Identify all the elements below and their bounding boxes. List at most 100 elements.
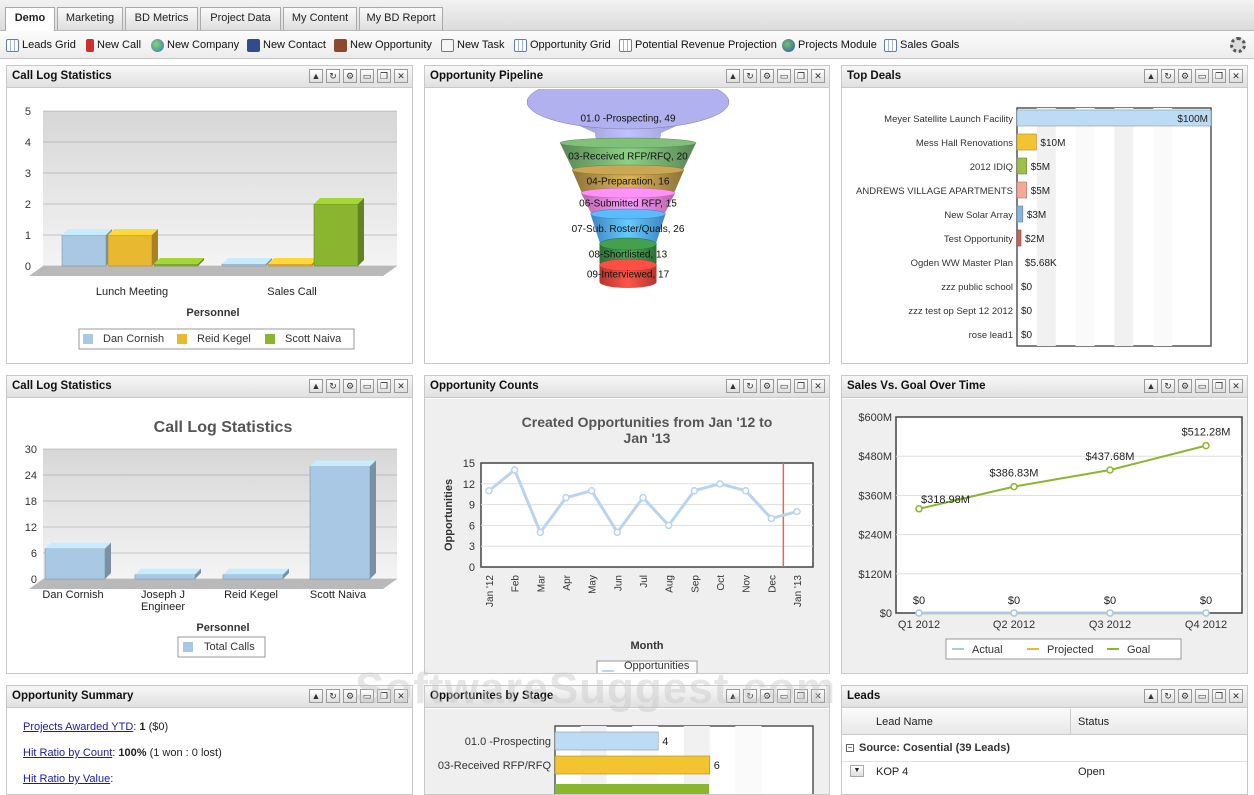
minimize-icon[interactable]: ▭: [360, 69, 374, 83]
x-tick-label: Oct: [716, 575, 727, 591]
settings-icon[interactable]: ⚙: [1178, 69, 1192, 83]
refresh-icon[interactable]: ↻: [743, 69, 757, 83]
refresh-icon[interactable]: ↻: [1161, 689, 1175, 703]
x-tick-label: Jan '13: [793, 575, 804, 607]
y-tick-label: 12: [463, 479, 475, 491]
collapse-icon[interactable]: ▲: [309, 689, 323, 703]
x-tick-label: Scott Naiva: [310, 589, 367, 601]
settings-icon[interactable]: ⚙: [343, 69, 357, 83]
close-icon[interactable]: ✕: [394, 689, 408, 703]
close-icon[interactable]: ✕: [811, 689, 825, 703]
panel-controls: ▲ ↻ ⚙ ▭ ❐ ✕: [726, 69, 825, 83]
restore-icon[interactable]: ❐: [377, 689, 391, 703]
close-icon[interactable]: ✕: [394, 379, 408, 393]
minimize-icon[interactable]: ▭: [360, 689, 374, 703]
summary-link[interactable]: Projects Awarded YTD: [23, 721, 133, 733]
tab-project-data[interactable]: Project Data: [200, 7, 281, 30]
settings-icon[interactable]: ⚙: [1178, 689, 1192, 703]
close-icon[interactable]: ✕: [811, 69, 825, 83]
toolbar-item-label: New Task: [457, 39, 505, 51]
collapse-icon[interactable]: ▲: [309, 379, 323, 393]
tab-my-content[interactable]: My Content: [283, 7, 357, 30]
settings-icon[interactable]: ⚙: [760, 379, 774, 393]
restore-icon[interactable]: ❐: [794, 69, 808, 83]
settings-icon[interactable]: ⚙: [760, 69, 774, 83]
tab-marketing[interactable]: Marketing: [57, 7, 123, 30]
collapse-icon[interactable]: ▲: [1144, 69, 1158, 83]
summary-link[interactable]: Hit Ratio by Value: [23, 773, 110, 785]
minimize-icon[interactable]: ▭: [1195, 69, 1209, 83]
collapse-icon[interactable]: ▲: [726, 689, 740, 703]
tab-bd-metrics[interactable]: BD Metrics: [125, 7, 198, 30]
lead-name-cell: KOP 4: [876, 766, 909, 778]
minimize-icon[interactable]: ▭: [1195, 689, 1209, 703]
minimize-icon[interactable]: ▭: [777, 379, 791, 393]
collapse-icon[interactable]: ▲: [309, 69, 323, 83]
close-icon[interactable]: ✕: [1229, 689, 1243, 703]
minimize-icon[interactable]: ▭: [777, 69, 791, 83]
restore-icon[interactable]: ❐: [1212, 69, 1226, 83]
bar-dan-cornish: [221, 258, 272, 267]
settings-gear-icon[interactable]: [1230, 37, 1246, 53]
collapse-icon[interactable]: ▲: [726, 379, 740, 393]
bar: [1016, 133, 1037, 151]
tab-my-bd-report[interactable]: My BD Report: [359, 7, 443, 30]
collapse-icon[interactable]: −: [846, 744, 854, 752]
data-label: $0: [1200, 595, 1212, 607]
refresh-icon[interactable]: ↻: [1161, 379, 1175, 393]
restore-icon[interactable]: ❐: [794, 689, 808, 703]
panel-header: Top Deals ▲ ↻ ⚙ ▭ ❐ ✕: [842, 66, 1247, 88]
collapse-icon[interactable]: ▲: [726, 69, 740, 83]
chart-title: Call Log Statistics: [154, 419, 293, 436]
refresh-icon[interactable]: ↻: [326, 689, 340, 703]
toolbar-new-opportunity-button[interactable]: New Opportunity: [334, 37, 432, 53]
toolbar-potential-revenue-projection-button[interactable]: Potential Revenue Projection: [619, 37, 777, 53]
refresh-icon[interactable]: ↻: [326, 379, 340, 393]
data-label: $100M: [1177, 114, 1208, 125]
minimize-icon[interactable]: ▭: [777, 689, 791, 703]
toolbar-opportunity-grid-button[interactable]: Opportunity Grid: [514, 37, 611, 53]
collapse-icon[interactable]: ▲: [1144, 689, 1158, 703]
restore-icon[interactable]: ❐: [377, 379, 391, 393]
y-tick-label: 9: [469, 500, 475, 512]
refresh-icon[interactable]: ↻: [743, 379, 757, 393]
y-tick-label: 5: [25, 106, 31, 118]
restore-icon[interactable]: ❐: [1212, 379, 1226, 393]
column-header-status[interactable]: Status: [1078, 716, 1109, 728]
close-icon[interactable]: ✕: [394, 69, 408, 83]
settings-icon[interactable]: ⚙: [1178, 379, 1192, 393]
toolbar-new-company-button[interactable]: New Company: [151, 37, 239, 53]
toolbar-leads-grid-button[interactable]: Leads Grid: [6, 37, 76, 53]
toolbar-new-task-button[interactable]: New Task: [441, 37, 504, 53]
refresh-icon[interactable]: ↻: [326, 69, 340, 83]
refresh-icon[interactable]: ↻: [743, 689, 757, 703]
tab-demo[interactable]: Demo: [5, 7, 55, 31]
collapse-icon[interactable]: ▲: [1144, 379, 1158, 393]
toolbar-new-call-button[interactable]: New Call: [86, 37, 141, 53]
panel-opportunity-counts: Opportunity Counts ▲ ↻ ⚙ ▭ ❐ ✕ Created Opportu…: [424, 375, 830, 674]
close-icon[interactable]: ✕: [1229, 379, 1243, 393]
row-expand-icon[interactable]: ▼: [850, 765, 864, 777]
leads-group-row[interactable]: − Source: Cosential (39 Leads): [842, 737, 1247, 759]
close-icon[interactable]: ✕: [1229, 69, 1243, 83]
table-row[interactable]: ▼ KOP 4 Open: [842, 761, 1247, 783]
summary-link[interactable]: Hit Ratio by Count: [23, 747, 112, 759]
settings-icon[interactable]: ⚙: [343, 379, 357, 393]
settings-icon[interactable]: ⚙: [760, 689, 774, 703]
settings-icon[interactable]: ⚙: [343, 689, 357, 703]
bar: [1016, 205, 1024, 223]
restore-icon[interactable]: ❐: [1212, 689, 1226, 703]
y-tick-label: 18: [25, 496, 37, 508]
toolbar-projects-module-button[interactable]: Projects Module: [782, 37, 877, 53]
restore-icon[interactable]: ❐: [794, 379, 808, 393]
close-icon[interactable]: ✕: [811, 379, 825, 393]
refresh-icon[interactable]: ↻: [1161, 69, 1175, 83]
column-header-lead-name[interactable]: Lead Name: [876, 716, 933, 728]
minimize-icon[interactable]: ▭: [1195, 379, 1209, 393]
toolbar-sales-goals-button[interactable]: Sales Goals: [884, 37, 959, 53]
category-label: 2012 IDIQ: [970, 162, 1013, 173]
toolbar-new-contact-button[interactable]: New Contact: [247, 37, 326, 53]
minimize-icon[interactable]: ▭: [360, 379, 374, 393]
restore-icon[interactable]: ❐: [377, 69, 391, 83]
data-label: $0: [1008, 595, 1020, 607]
